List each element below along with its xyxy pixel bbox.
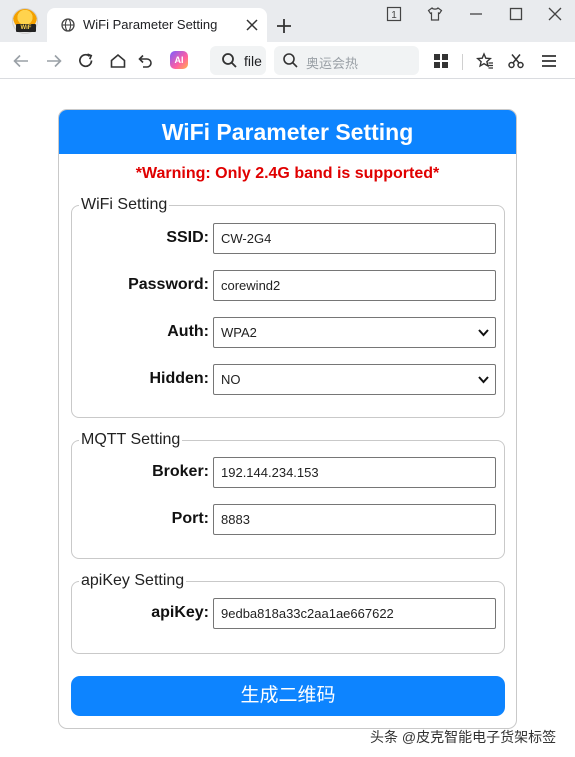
search-box[interactable]: 奥运会热 [274, 46, 419, 75]
auth-selected-value: WPA2 [221, 325, 257, 340]
port-input[interactable]: 8883 [213, 504, 496, 535]
chevron-down-icon [478, 329, 489, 337]
close-tab-icon[interactable] [246, 19, 258, 31]
apikey-row: apiKey: 9edba818a33c2aa1ae667622 [72, 598, 504, 629]
search-icon [283, 53, 298, 68]
apikey-label: apiKey: [151, 604, 209, 621]
broker-row: Broker: 192.144.234.153 [72, 457, 504, 488]
chevron-down-icon [478, 376, 489, 384]
close-window-icon[interactable] [547, 6, 563, 22]
tab-counter-icon[interactable]: 1 [386, 6, 402, 22]
ssid-label: SSID: [166, 229, 209, 246]
browser-logo-icon: WiF [12, 8, 38, 34]
auth-label: Auth: [167, 323, 209, 340]
hidden-selected-value: NO [221, 372, 241, 387]
broker-label: Broker: [152, 463, 209, 480]
password-row: Password: corewind2 [72, 270, 504, 301]
shirt-skin-icon[interactable] [427, 6, 443, 22]
hidden-label: Hidden: [149, 370, 209, 387]
tab-title: WiFi Parameter Setting [83, 17, 218, 32]
minimize-icon[interactable] [468, 6, 484, 22]
menu-icon[interactable] [540, 52, 558, 70]
ssid-row: SSID: CW-2G4 [72, 223, 504, 254]
ssid-input[interactable]: CW-2G4 [213, 223, 496, 254]
reload-icon[interactable] [77, 52, 95, 70]
search-icon [222, 53, 237, 68]
home-icon[interactable] [109, 52, 127, 70]
hidden-select[interactable]: NO [213, 364, 496, 395]
apps-grid-icon[interactable] [432, 52, 450, 70]
tab-counter-text: 1 [391, 10, 397, 21]
generate-qrcode-button[interactable]: 生成二维码 [71, 676, 505, 716]
password-input[interactable]: corewind2 [213, 270, 496, 301]
hidden-row: Hidden: NO [72, 364, 504, 395]
band-warning: *Warning: Only 2.4G band is supported* [135, 165, 440, 182]
browser-logo-badge: WiF [16, 24, 36, 32]
port-row: Port: 8883 [72, 504, 504, 535]
wifi-setting-group: WiFi Setting SSID: CW-2G4 Password: core… [71, 196, 505, 418]
broker-input[interactable]: 192.144.234.153 [213, 457, 496, 488]
page-title: WiFi Parameter Setting [59, 110, 516, 154]
apikey-setting-group: apiKey Setting apiKey: 9edba818a33c2aa1a… [71, 572, 505, 654]
globe-icon [61, 18, 75, 32]
auth-row: Auth: WPA2 [72, 317, 504, 348]
wifi-setting-legend: WiFi Setting [79, 196, 170, 214]
undo-icon[interactable] [136, 52, 154, 70]
maximize-icon[interactable] [508, 6, 524, 22]
password-label: Password: [128, 276, 209, 293]
apikey-input[interactable]: 9edba818a33c2aa1ae667622 [213, 598, 496, 629]
browser-titlebar: WiF WiFi Parameter Setting 1 [0, 0, 575, 42]
watermark-text: 头条 @皮克智能电子货架标签 [370, 729, 557, 745]
toolbar-divider [462, 54, 463, 70]
mqtt-setting-group: MQTT Setting Broker: 192.144.234.153 Por… [71, 431, 505, 559]
ai-assistant-icon[interactable]: AI [170, 51, 188, 69]
address-text: file [244, 53, 262, 69]
apikey-setting-legend: apiKey Setting [79, 572, 187, 590]
forward-arrow-icon[interactable] [45, 52, 63, 70]
address-bar[interactable]: file [210, 46, 266, 75]
settings-card: WiFi Parameter Setting *Warning: Only 2.… [58, 109, 517, 729]
back-arrow-icon[interactable] [12, 52, 30, 70]
favorites-star-icon[interactable] [476, 52, 494, 70]
auth-select[interactable]: WPA2 [213, 317, 496, 348]
browser-tab[interactable]: WiFi Parameter Setting [47, 8, 267, 42]
port-label: Port: [171, 510, 209, 527]
scissors-icon[interactable] [507, 52, 525, 70]
search-placeholder: 奥运会热 [306, 56, 359, 71]
mqtt-setting-legend: MQTT Setting [79, 431, 183, 449]
new-tab-icon[interactable] [276, 18, 292, 34]
browser-toolbar: AI file 奥运会热 [0, 42, 575, 79]
